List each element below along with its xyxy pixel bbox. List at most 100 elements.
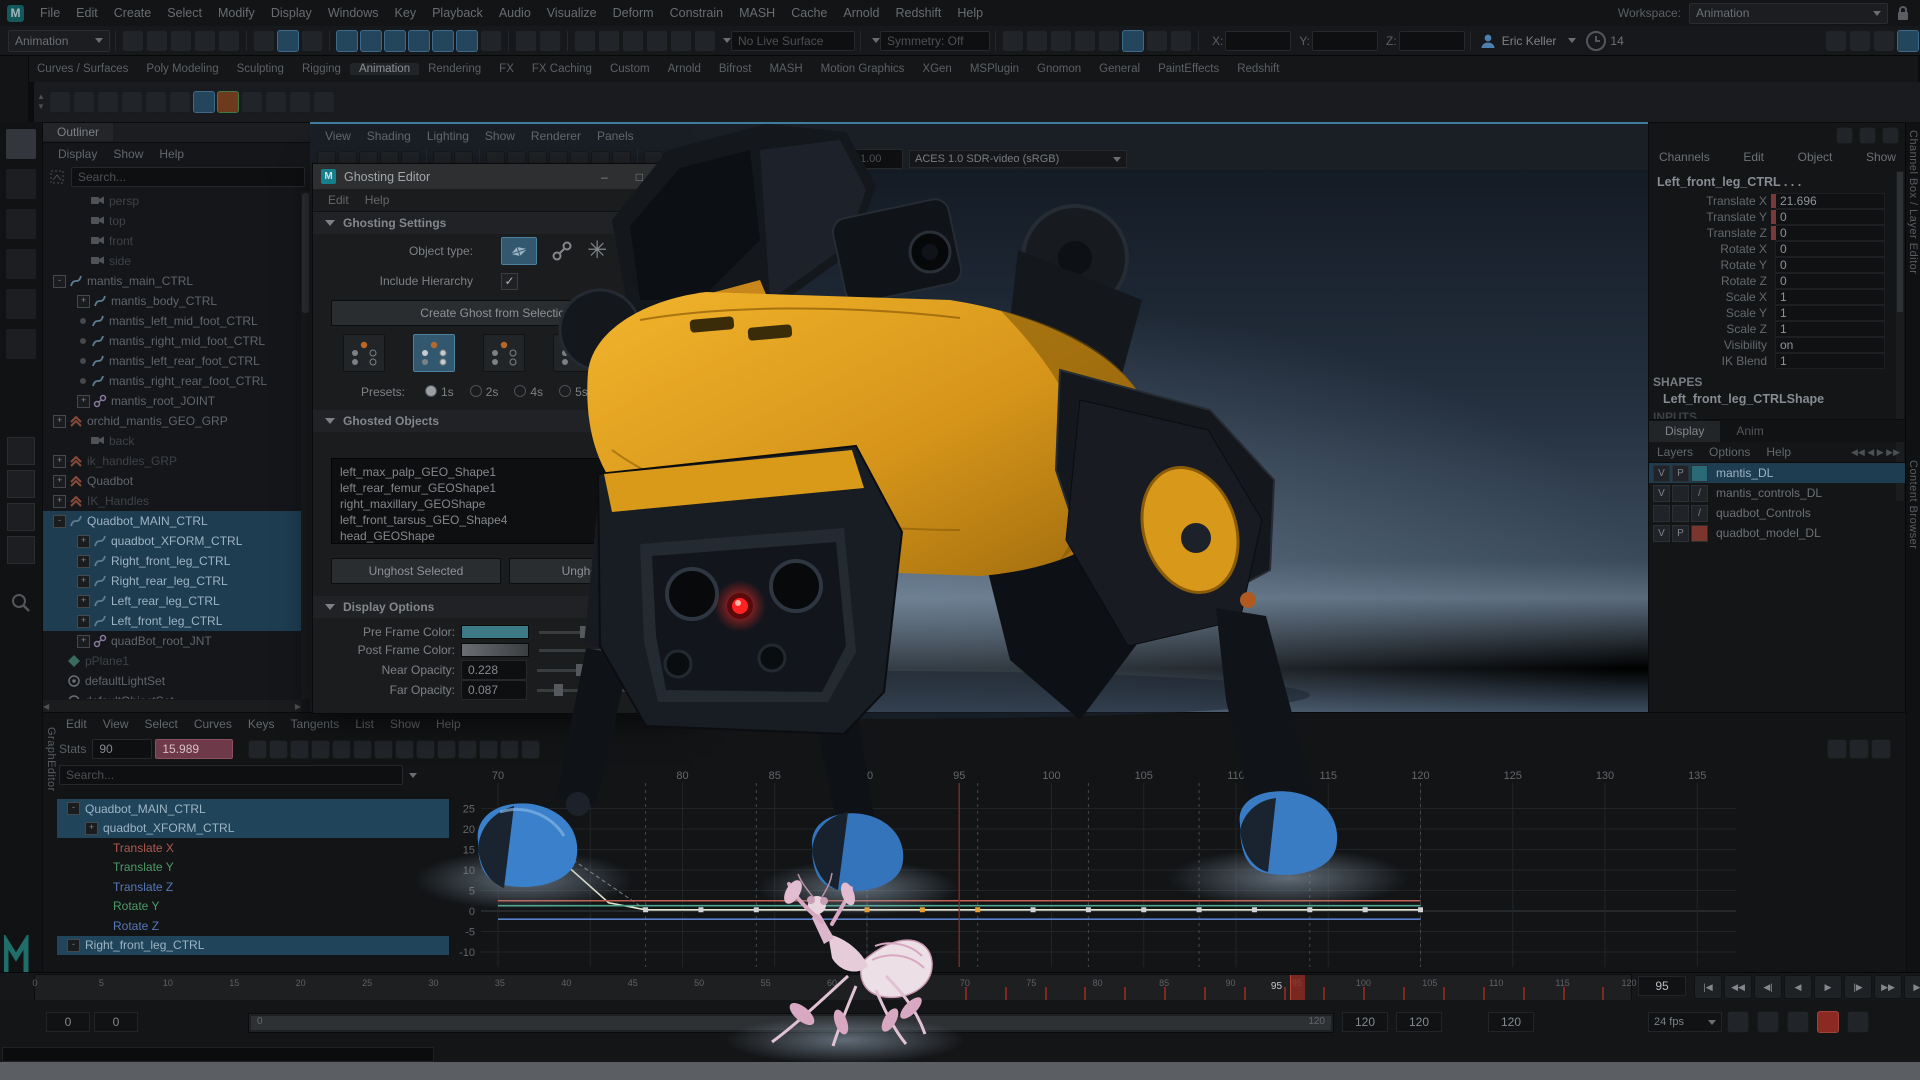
tab-content-browser[interactable]: Content Browser <box>1907 460 1919 620</box>
workspace-layout-icon[interactable] <box>1825 30 1847 52</box>
ipr-render-icon[interactable] <box>1050 30 1072 52</box>
preset-1s[interactable]: 1s <box>425 385 454 399</box>
attr-value-field[interactable]: 0 <box>1775 209 1885 225</box>
set-key-icon[interactable] <box>97 91 119 113</box>
display-options-header[interactable]: Display Options <box>313 596 691 618</box>
outliner-item-ik-handles[interactable]: +IK_Handles <box>43 491 301 511</box>
motion-trail-icon[interactable] <box>169 91 191 113</box>
channel-attr-visibility[interactable]: Visibilityon <box>1649 337 1906 353</box>
outliner-vscrollbar[interactable] <box>301 191 310 699</box>
shelf-tab-msplugin[interactable]: MSPlugin <box>961 63 1028 75</box>
render-view-icon[interactable] <box>1002 30 1024 52</box>
step-forward-frame-button[interactable]: ▶▶ <box>1874 975 1902 999</box>
ghosted-objects-header[interactable]: Ghosted Objects <box>313 410 691 432</box>
paint-effects-icon[interactable] <box>1146 30 1168 52</box>
pin-layout-icon[interactable] <box>1849 30 1871 52</box>
expander-icon[interactable]: + <box>77 295 90 308</box>
anim-end-field[interactable]: 120 <box>1396 1012 1442 1032</box>
shelf-tab-gnomon[interactable]: Gnomon <box>1028 63 1090 75</box>
graph-menu-tangents[interactable]: Tangents <box>284 717 347 731</box>
graph-channel-quadbot-main-ctrl[interactable]: -Quadbot_MAIN_CTRL <box>57 799 449 819</box>
outliner-item-persp[interactable]: persp <box>43 191 301 211</box>
graph-tool-icon-13[interactable] <box>500 740 519 759</box>
graph-menu-help[interactable]: Help <box>429 717 468 731</box>
create-clip-icon[interactable] <box>241 91 263 113</box>
link-icon-1-icon[interactable] <box>574 30 596 52</box>
pause-ipr-icon[interactable] <box>1170 30 1192 52</box>
ghosted-object[interactable]: left_rear_femur_GEOShape1 <box>340 480 672 496</box>
use-lights-icon[interactable] <box>707 151 726 168</box>
expander-icon[interactable]: + <box>77 535 90 548</box>
graph-search-filter-icon[interactable] <box>409 773 417 778</box>
attr-value-field[interactable]: on <box>1775 337 1885 353</box>
channel-attr-scale-z[interactable]: Scale Z1 <box>1649 321 1906 337</box>
expander-icon[interactable]: + <box>53 475 66 488</box>
layout-graph-persp-button[interactable] <box>7 536 35 564</box>
go-to-end-button[interactable]: ▶| <box>1904 975 1920 999</box>
ghost-style-button-3[interactable] <box>483 334 525 372</box>
ghosting-menu-help[interactable]: Help <box>358 193 397 207</box>
outliner-item-side[interactable]: side <box>43 251 301 271</box>
make-live-icon[interactable] <box>480 30 502 52</box>
ghosting-title-bar[interactable]: M Ghosting Editor – □ ✕ <box>313 164 691 189</box>
outliner-item-mantis-right-rear-foot-ctrl[interactable]: mantis_right_rear_foot_CTRL <box>43 371 301 391</box>
tab-display[interactable]: Display <box>1649 421 1720 442</box>
menu-audio[interactable]: Audio <box>491 6 539 20</box>
user-account-menu[interactable]: Eric Keller <box>1480 33 1577 49</box>
menu-cache[interactable]: Cache <box>783 6 835 20</box>
menu-help[interactable]: Help <box>949 6 991 20</box>
outliner-item-top[interactable]: top <box>43 211 301 231</box>
shelf-tab-mash[interactable]: MASH <box>760 63 811 75</box>
go-to-start-button[interactable]: |◀ <box>1694 975 1722 999</box>
shelf-tab-painteffects[interactable]: PaintEffects <box>1149 63 1228 75</box>
channel-menu-show[interactable]: Show <box>1866 150 1896 164</box>
shelf-tab-curves-surfaces[interactable]: Curves / Surfaces <box>28 63 137 75</box>
speaker-icon[interactable] <box>1787 1011 1809 1033</box>
near-opacity-field[interactable]: 0.228 <box>461 660 527 680</box>
layer-visible-toggle[interactable] <box>1653 505 1670 522</box>
isolate-select-icon[interactable] <box>781 151 800 168</box>
attr-value-field[interactable]: 0 <box>1775 225 1885 241</box>
viewport-menu-show[interactable]: Show <box>478 129 522 143</box>
expander-icon[interactable]: - <box>53 275 66 288</box>
graph-menu-select[interactable]: Select <box>137 717 184 731</box>
outliner-item-mantis-left-rear-foot-ctrl[interactable]: mantis_left_rear_foot_CTRL <box>43 351 301 371</box>
anim-prefs-gear-icon[interactable] <box>1847 1011 1869 1033</box>
render-frame-icon[interactable] <box>1026 30 1048 52</box>
joint-icon[interactable] <box>551 240 573 262</box>
panel-toggle-icon[interactable] <box>1897 30 1919 52</box>
layer-menu-help[interactable]: Help <box>1758 445 1799 459</box>
anim-start-field[interactable]: 0 <box>46 1012 90 1032</box>
graph-channel-translate-x[interactable]: Translate X <box>57 838 449 858</box>
layer-playback-toggle[interactable] <box>1672 485 1689 502</box>
locator-icon[interactable]: ✳ <box>587 241 607 261</box>
graph-tool-icon-12[interactable] <box>479 740 498 759</box>
graph-tool-icon-3[interactable] <box>290 740 309 759</box>
play-backwards-button[interactable]: ◀ <box>1784 975 1812 999</box>
outliner-item-orchid-mantis-geo-grp[interactable]: +orchid_mantis_GEO_GRP <box>43 411 301 431</box>
channel-menu-edit[interactable]: Edit <box>1743 150 1764 164</box>
move-tool-icon[interactable] <box>5 248 37 280</box>
symmetry-field[interactable]: Symmetry: Off <box>880 31 990 51</box>
ghost-style-button-1[interactable] <box>343 334 385 372</box>
outliner-item-right-front-leg-ctrl[interactable]: +Right_front_leg_CTRL <box>43 551 301 571</box>
time-slider[interactable]: 0510152025303540455055606570758085909510… <box>0 972 1920 1001</box>
outliner-item-ik-handles-grp[interactable]: +ik_handles_GRP <box>43 451 301 471</box>
outliner-item-left-rear-leg-ctrl[interactable]: +Left_rear_leg_CTRL <box>43 591 301 611</box>
redo-icon[interactable] <box>218 30 240 52</box>
outliner-item-back[interactable]: back <box>43 431 301 451</box>
include-hierarchy-checkbox[interactable]: ✓ <box>501 273 518 290</box>
attr-value-field[interactable]: 0 <box>1775 241 1885 257</box>
new-scene-icon[interactable] <box>122 30 144 52</box>
layout-persp-outliner-button[interactable] <box>7 503 35 531</box>
shelf-tab-poly-modeling[interactable]: Poly Modeling <box>137 63 227 75</box>
layer-type-swatch[interactable] <box>1691 525 1708 542</box>
shelf-tab-fx-caching[interactable]: FX Caching <box>523 63 601 75</box>
expander-icon[interactable]: - <box>67 939 80 952</box>
channel-attr-scale-x[interactable]: Scale X1 <box>1649 289 1906 305</box>
shadows-icon[interactable] <box>728 151 747 168</box>
expander-icon[interactable]: + <box>53 455 66 468</box>
axis-field-y[interactable] <box>1312 31 1378 51</box>
expander-icon[interactable]: + <box>53 415 66 428</box>
layer-row-mantis-dl[interactable]: VPmantis_DL <box>1649 463 1906 483</box>
